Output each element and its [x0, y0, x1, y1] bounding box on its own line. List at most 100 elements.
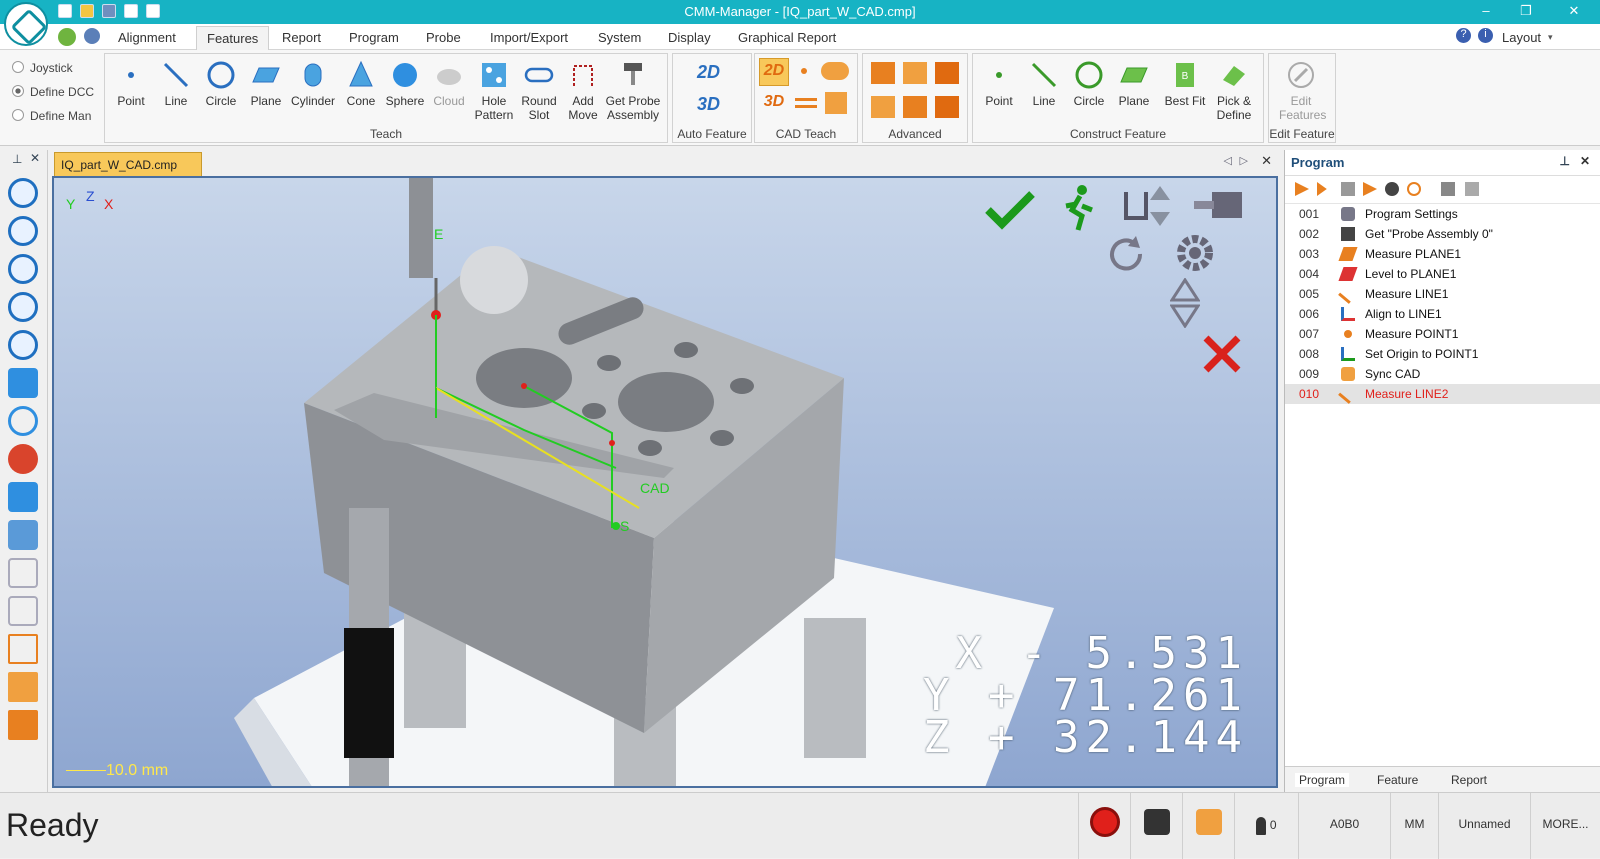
block-icon[interactable]: [1441, 182, 1455, 196]
zoom-dynamic-icon[interactable]: [8, 292, 38, 322]
run-program-icon[interactable]: [1295, 182, 1309, 196]
teach-circle-button[interactable]: Circle: [199, 56, 243, 126]
teach-point-button[interactable]: Point: [109, 56, 153, 126]
program-row[interactable]: 006 Align to LINE1: [1285, 304, 1600, 324]
home-icon[interactable]: [58, 28, 76, 46]
advanced-edge-icon[interactable]: [871, 96, 895, 118]
machine-status-button[interactable]: [1182, 793, 1234, 859]
scroll-left-icon[interactable]: ◁: [1224, 154, 1232, 167]
rotate-icon[interactable]: [8, 406, 38, 436]
units-status[interactable]: MM: [1390, 793, 1438, 859]
info-icon[interactable]: i: [1478, 28, 1493, 43]
tab-display[interactable]: Display: [668, 30, 711, 45]
tab-program-panel[interactable]: Program: [1295, 773, 1350, 787]
cad-viewport[interactable]: Y Z X E S CAD X - 5.531 Y + 71.261 Z + 3…: [52, 176, 1278, 788]
program-row[interactable]: 009 Sync CAD: [1285, 364, 1600, 384]
shaded-edges-icon[interactable]: [8, 710, 38, 740]
cad-3d-button[interactable]: 3D: [759, 90, 789, 118]
advanced-gage-icon[interactable]: [935, 96, 959, 118]
advanced-angle-icon[interactable]: [903, 96, 927, 118]
emergency-stop-button[interactable]: [1078, 793, 1130, 859]
probe-up-down-icon[interactable]: [1120, 184, 1176, 228]
cad-2d-button[interactable]: 2D: [759, 58, 789, 86]
cad-cloud-icon[interactable]: [821, 62, 849, 80]
tab-report[interactable]: Report: [282, 30, 321, 45]
run-from-icon[interactable]: [1317, 182, 1327, 196]
up-down-arrows-icon[interactable]: [1170, 278, 1200, 328]
advanced-curve-icon[interactable]: [871, 62, 895, 84]
advanced-surface-icon[interactable]: [903, 62, 927, 84]
zoom-window-icon[interactable]: [8, 254, 38, 284]
run-icon[interactable]: [1058, 184, 1098, 232]
teach-hole-pattern-button[interactable]: Hole Pattern: [471, 56, 517, 126]
zoom-in-icon[interactable]: [8, 178, 38, 208]
joystick-radio[interactable]: Joystick: [12, 61, 73, 75]
view-eye-icon[interactable]: [8, 482, 38, 512]
pin-icon[interactable]: ⊥: [12, 152, 22, 166]
construct-line-button[interactable]: Line: [1022, 56, 1066, 126]
teach-line-button[interactable]: Line: [154, 56, 198, 126]
get-probe-assembly-button[interactable]: Get Probe Assembly: [605, 56, 661, 126]
define-dcc-radio[interactable]: Define DCC: [12, 85, 94, 99]
program-row[interactable]: 008 Set Origin to POINT1: [1285, 344, 1600, 364]
tab-features[interactable]: Features: [196, 26, 270, 51]
panel-pin-icon[interactable]: ⊥: [1560, 154, 1570, 168]
rotate-view-icon[interactable]: [1104, 232, 1148, 276]
stop-icon[interactable]: [1341, 182, 1355, 196]
program-row[interactable]: 005 Measure LINE1: [1285, 284, 1600, 304]
cancel-x-icon[interactable]: [1202, 334, 1242, 374]
joystick-status-button[interactable]: [1130, 793, 1182, 859]
close-panel-icon[interactable]: ✕: [30, 151, 40, 165]
shaded-icon[interactable]: [8, 672, 38, 702]
auto-3d-button[interactable]: 3D: [697, 94, 720, 115]
cad-pattern-icon[interactable]: [825, 92, 847, 114]
program-row[interactable]: 004 Level to PLANE1: [1285, 264, 1600, 284]
save-icon[interactable]: [102, 4, 116, 18]
ok-check-icon[interactable]: [984, 188, 1036, 232]
close-document-icon[interactable]: ✕: [1261, 153, 1272, 169]
program-name-status[interactable]: Unnamed: [1438, 793, 1530, 859]
app-logo-icon[interactable]: [4, 2, 48, 46]
probe-horizontal-icon[interactable]: [1190, 188, 1246, 222]
settings-gear-icon[interactable]: [1172, 230, 1218, 276]
tab-report-panel[interactable]: Report: [1451, 773, 1487, 787]
program-row-selected[interactable]: 010 Measure LINE2: [1285, 384, 1600, 404]
tab-import-export[interactable]: Import/Export: [490, 30, 568, 45]
program-row[interactable]: 003 Measure PLANE1: [1285, 244, 1600, 264]
restore-button[interactable]: ❐: [1518, 3, 1534, 19]
program-row[interactable]: 002 Get "Probe Assembly 0": [1285, 224, 1600, 244]
delete-icon[interactable]: [1465, 182, 1479, 196]
tab-feature-panel[interactable]: Feature: [1377, 773, 1418, 787]
teach-round-slot-button[interactable]: Round Slot: [517, 56, 561, 126]
loop-icon[interactable]: [1407, 182, 1421, 196]
cad-point-icon[interactable]: [801, 68, 807, 74]
advanced-probe-icon[interactable]: [935, 62, 959, 84]
probe-status[interactable]: 0: [1234, 793, 1298, 859]
step-icon[interactable]: [1363, 182, 1377, 196]
panel-close-icon[interactable]: ✕: [1580, 154, 1590, 168]
new-file-icon[interactable]: [58, 4, 72, 18]
pan-icon[interactable]: [8, 368, 38, 398]
zoom-out-icon[interactable]: [8, 216, 38, 246]
zoom-select-icon[interactable]: [8, 520, 38, 550]
program-row[interactable]: 001 Program Settings: [1285, 204, 1600, 224]
teach-cloud-button[interactable]: Cloud: [427, 56, 471, 126]
more-button[interactable]: MORE...: [1530, 793, 1600, 859]
probe-angle-status[interactable]: A0B0: [1298, 793, 1390, 859]
teach-cone-button[interactable]: Cone: [339, 56, 383, 126]
pick-define-button[interactable]: Pick & Define: [1209, 56, 1259, 126]
open-folder-icon[interactable]: [80, 4, 94, 18]
edit-features-button[interactable]: Edit Features: [1279, 56, 1326, 126]
layout-dropdown[interactable]: Layout: [1502, 30, 1541, 45]
minimize-button[interactable]: –: [1478, 3, 1494, 19]
reset-view-icon[interactable]: [8, 444, 38, 474]
zoom-fit-icon[interactable]: [8, 330, 38, 360]
settings-gear-icon[interactable]: [84, 28, 100, 44]
probe-icon[interactable]: [1385, 182, 1399, 196]
best-fit-button[interactable]: B Best Fit: [1163, 56, 1207, 126]
teach-cylinder-button[interactable]: Cylinder: [289, 56, 337, 126]
view-front-icon[interactable]: [8, 558, 38, 588]
program-row[interactable]: 007 Measure POINT1: [1285, 324, 1600, 344]
tab-probe[interactable]: Probe: [426, 30, 461, 45]
teach-sphere-button[interactable]: Sphere: [383, 56, 427, 126]
